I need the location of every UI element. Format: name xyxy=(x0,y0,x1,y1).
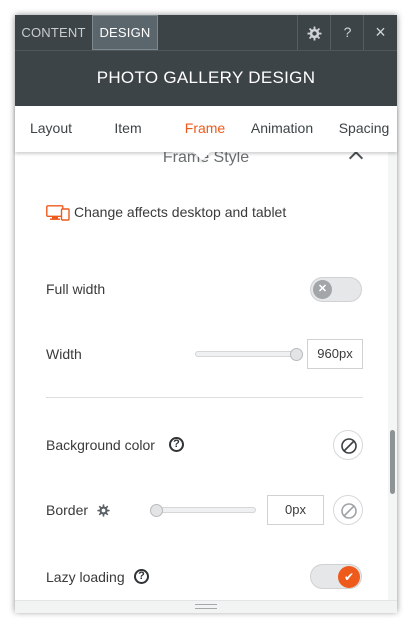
border-value-field[interactable]: 0px xyxy=(267,495,324,525)
width-slider-thumb[interactable] xyxy=(290,348,303,361)
background-color-label: Background color xyxy=(46,437,155,453)
tab-design[interactable]: DESIGN xyxy=(92,15,158,50)
background-color-picker[interactable] xyxy=(333,430,363,460)
settings-scroll-area[interactable]: Frame Style Change affects desktop and t… xyxy=(15,152,397,600)
toggle-off-x-icon: ✕ xyxy=(313,280,332,299)
chevron-up-icon[interactable] xyxy=(348,152,364,166)
background-color-help-icon[interactable]: ? xyxy=(169,437,184,452)
no-color-icon xyxy=(341,438,357,454)
border-label: Border xyxy=(46,502,89,518)
subtab-spacing[interactable]: Spacing xyxy=(329,106,399,152)
panel-footer xyxy=(15,600,397,613)
help-icon[interactable]: ? xyxy=(330,15,364,50)
resize-grip-icon[interactable] xyxy=(195,604,217,609)
subtab-item[interactable]: Item xyxy=(95,106,161,152)
sub-tabs: Layout Item Frame Animation Spacing xyxy=(15,106,397,152)
subtab-layout[interactable]: Layout xyxy=(15,106,87,152)
panel-title: PHOTO GALLERY DESIGN xyxy=(15,50,397,106)
notice-text: Change affects desktop and tablet xyxy=(74,204,287,220)
no-color-icon xyxy=(341,503,357,519)
photo-gallery-design-panel: CONTENT DESIGN ? × PHOTO GALLERY DESIGN … xyxy=(15,15,397,613)
full-width-toggle[interactable]: ✕ xyxy=(310,277,362,302)
gear-icon[interactable] xyxy=(297,15,331,50)
width-slider[interactable] xyxy=(195,351,303,357)
desktop-tablet-icon xyxy=(46,205,70,221)
border-slider-thumb[interactable] xyxy=(150,504,163,517)
section-divider xyxy=(46,397,363,398)
scrollbar-track[interactable] xyxy=(388,152,397,600)
top-bar: CONTENT DESIGN ? × xyxy=(15,15,397,50)
width-label: Width xyxy=(46,346,82,362)
close-icon[interactable]: × xyxy=(363,15,397,50)
border-color-picker[interactable] xyxy=(333,495,363,525)
toggle-on-check-icon: ✔ xyxy=(338,566,360,588)
tab-content[interactable]: CONTENT xyxy=(15,15,92,50)
border-slider[interactable] xyxy=(150,507,256,513)
border-settings-gear-icon[interactable] xyxy=(97,504,110,517)
subtab-animation[interactable]: Animation xyxy=(243,106,321,152)
width-value-field[interactable]: 960px xyxy=(307,339,363,369)
subtab-frame[interactable]: Frame xyxy=(173,106,237,152)
lazy-loading-help-icon[interactable]: ? xyxy=(134,569,149,584)
full-width-label: Full width xyxy=(46,281,106,297)
lazy-loading-toggle[interactable]: ✔ xyxy=(310,564,362,589)
scrollbar-thumb[interactable] xyxy=(390,430,395,494)
lazy-loading-label: Lazy loading xyxy=(46,569,125,585)
